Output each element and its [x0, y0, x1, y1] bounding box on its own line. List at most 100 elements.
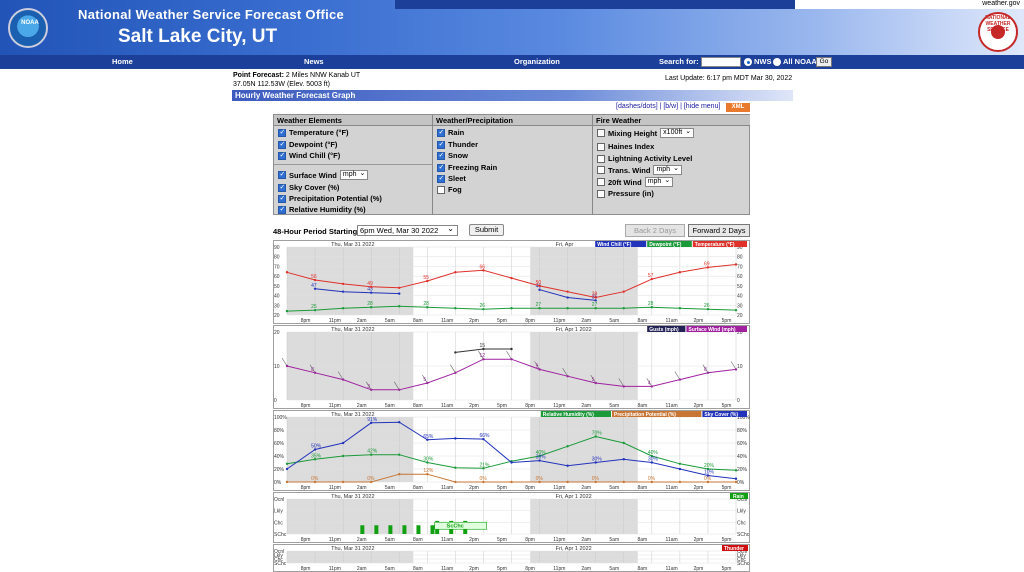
submit-button[interactable]: Submit [469, 224, 504, 236]
opt-fog[interactable]: Fog [437, 185, 462, 194]
trans-unit-select[interactable]: mph [653, 165, 682, 175]
time-tick-label: 5am [385, 485, 395, 491]
time-tick-label: 5am [609, 403, 619, 409]
point-forecast-info: Point Forecast: 2 Miles NNW Kanab UT 37.… [233, 71, 360, 89]
go-button[interactable]: Go [816, 57, 832, 67]
relative-humidity-point [734, 469, 738, 472]
opt-sleet[interactable]: Sleet [437, 174, 466, 183]
checkbox[interactable] [278, 194, 286, 203]
opt-20ft-wind[interactable]: 20ft Wind mph [597, 177, 674, 187]
wind20-unit-select[interactable]: mph [644, 177, 674, 187]
sky-cover-point [678, 467, 682, 471]
opt-surface-wind[interactable]: Surface Windmph [278, 170, 369, 180]
windchill-point [566, 296, 569, 299]
time-tick-label: 11am [666, 318, 678, 324]
site-header: weather.gov NOAA National Weather Servic… [0, 0, 1024, 55]
noaa-logo[interactable]: NOAA [8, 8, 48, 48]
mixing-unit-select[interactable]: x100ft [660, 128, 695, 138]
search-input[interactable] [701, 57, 741, 67]
wind-unit-select[interactable]: mph [339, 170, 369, 180]
time-tick-label: 11pm [329, 318, 341, 324]
checkbox[interactable] [278, 205, 286, 214]
y-tick-label: 20% [737, 467, 748, 473]
time-tick-label: 2pm [469, 537, 479, 543]
checkbox[interactable] [597, 154, 605, 163]
precip-potential-value-label: 0% [479, 476, 487, 482]
checkbox[interactable] [437, 174, 445, 183]
windchill-value-label: 47 [311, 283, 317, 289]
time-tick-label: 11pm [329, 403, 341, 409]
radio-all-noaa[interactable] [773, 58, 781, 66]
weather-gov-link[interactable]: weather.gov [982, 0, 1020, 7]
period-select[interactable]: 6pm Wed, Mar 30 2022 [357, 224, 458, 236]
opt-temperature[interactable]: Temperature (°F) [278, 128, 349, 137]
header-top-band [395, 0, 795, 9]
sky-cover-value-label: 91% [367, 417, 378, 423]
opt-dewpoint[interactable]: Dewpoint (°F) [278, 140, 337, 149]
opt-pressure[interactable]: Pressure (in) [597, 189, 654, 198]
y-tick-label: Lkly [274, 509, 283, 515]
opt-mixing-height[interactable]: Mixing Height x100ft [597, 128, 695, 138]
time-tick-label: 5pm [497, 485, 507, 491]
nav-organization[interactable]: Organization [514, 57, 560, 66]
opt-trans-wind[interactable]: Trans. Wind mph [597, 165, 682, 175]
checkbox[interactable] [437, 151, 445, 160]
checkbox[interactable] [278, 170, 286, 179]
temperature-point [398, 286, 401, 289]
checkbox[interactable] [437, 185, 445, 194]
checkbox[interactable] [278, 140, 286, 149]
opt-label: Mixing Height [608, 128, 658, 138]
precip-potential-value-label: 0% [367, 476, 375, 482]
y-tick-label: SChc [737, 532, 750, 538]
display-links[interactable]: [dashes/dots] | [b/w] | [hide menu] [616, 103, 720, 110]
checkbox[interactable] [437, 140, 445, 149]
checkbox[interactable] [597, 189, 605, 198]
checkbox[interactable] [597, 178, 605, 186]
checkbox[interactable] [597, 129, 605, 137]
checkbox[interactable] [597, 166, 605, 174]
dewpoint-value-label: 27 [592, 302, 598, 308]
forward-2-days-button[interactable]: Forward 2 Days [688, 224, 750, 237]
time-tick-label: 11am [666, 537, 678, 543]
y-tick-label: 0% [737, 480, 745, 486]
opt-precip-potential[interactable]: Precipitation Potential (%) [278, 194, 382, 203]
xml-button[interactable]: XML [726, 103, 750, 112]
opt-lightning[interactable]: Lightning Activity Level [597, 154, 692, 163]
opt-snow[interactable]: Snow [437, 151, 468, 160]
time-tick-label: 11am [666, 566, 678, 572]
sky-cover-value-label: 50% [311, 444, 322, 450]
night-shading [287, 247, 414, 315]
time-tick-label: 8am [413, 537, 423, 543]
opt-wind-chill[interactable]: Wind Chill (°F) [278, 151, 340, 160]
opt-haines-index[interactable]: Haines Index [597, 142, 654, 151]
nav-home[interactable]: Home [112, 57, 133, 66]
opt-relative-humidity[interactable]: Relative Humidity (%) [278, 205, 366, 214]
checkbox[interactable] [278, 128, 286, 137]
opt-sky-cover[interactable]: Sky Cover (%) [278, 183, 339, 192]
opt-rain[interactable]: Rain [437, 128, 464, 137]
windchill-point [398, 292, 401, 295]
weather-elements-header: Weather Elements [274, 115, 432, 126]
relative-humidity-point [566, 445, 569, 448]
checkbox[interactable] [597, 142, 605, 151]
checkbox[interactable] [437, 128, 445, 137]
relative-humidity-value-label: 70% [592, 431, 603, 437]
opt-freezing-rain[interactable]: Freezing Rain [437, 163, 497, 172]
checkbox[interactable] [437, 163, 445, 172]
time-tick-label: 8am [637, 318, 647, 324]
precip-potential-point [285, 480, 289, 484]
time-tick-label: 11pm [329, 537, 341, 543]
checkbox[interactable] [278, 183, 286, 192]
radio-nws[interactable] [744, 58, 752, 66]
weather-elements-column: Weather Elements Temperature (°F) Dewpoi… [274, 115, 433, 215]
back-2-days-button[interactable]: Back 2 Days [625, 224, 685, 237]
time-tick-label: 11am [441, 318, 453, 324]
dewpoint-point [566, 307, 569, 310]
opt-thunder[interactable]: Thunder [437, 140, 478, 149]
relative-humidity-value-label: 30% [423, 457, 434, 463]
sky-cover-point [285, 467, 289, 471]
checkbox[interactable] [278, 151, 286, 160]
nav-news[interactable]: News [304, 57, 324, 66]
nws-logo[interactable]: NATIONAL WEATHER SERVICE [978, 12, 1018, 52]
dewpoint-value-label: 28 [648, 301, 654, 307]
